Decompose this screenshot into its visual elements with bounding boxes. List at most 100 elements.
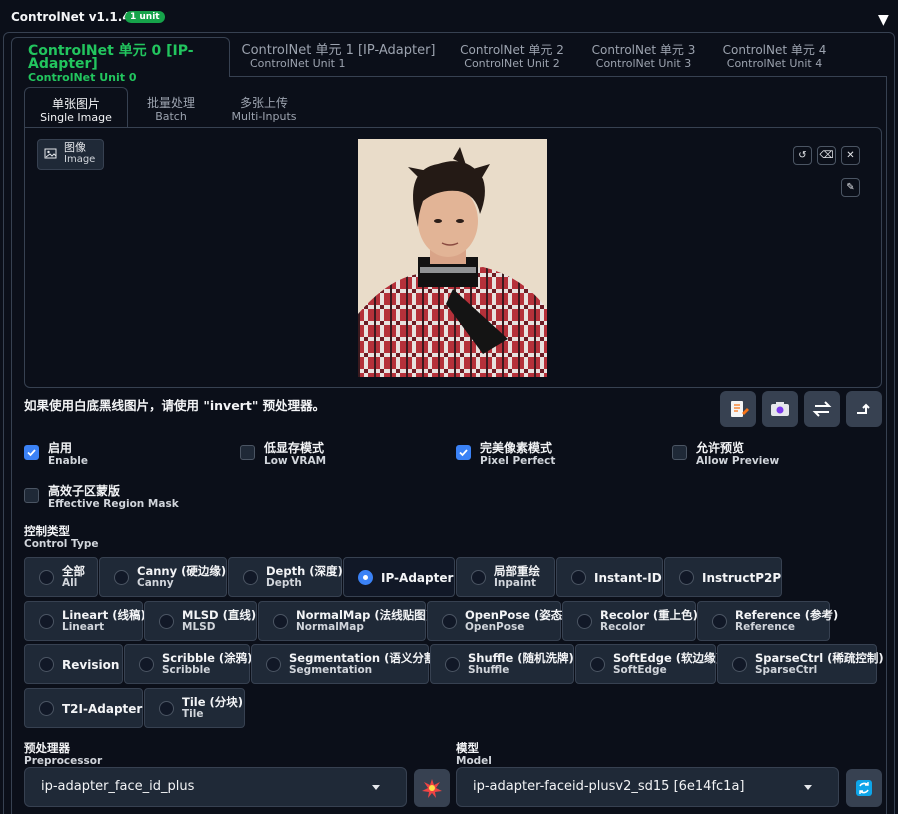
brush-icon[interactable]: ✎ [841, 178, 860, 197]
tab-multi-inputs[interactable]: 多张上传 Multi-Inputs [223, 96, 305, 128]
radio-dot [39, 570, 54, 585]
edit-icon[interactable] [720, 391, 756, 427]
tab-unit-2[interactable]: ControlNet 单元 2 ControlNet Unit 2 [455, 44, 569, 76]
radio-dot [39, 657, 54, 672]
effective-region-mask-label-text: 高效子区蒙版 [48, 484, 121, 498]
control-type-openpose[interactable]: OpenPose (姿态) OpenPose [427, 601, 567, 641]
camera-icon[interactable] [762, 391, 798, 427]
radio-dot [679, 570, 694, 585]
control-type-option-label: 全部 All [62, 564, 85, 589]
control-type-inpaint[interactable]: 局部重绘 Inpaint [456, 557, 555, 597]
preprocessor-select[interactable]: ip-adapter_face_id_plus [24, 767, 407, 807]
tab-unit-2-label: ControlNet 单元 2 [460, 43, 564, 57]
tab-unit-3-sublabel: ControlNet Unit 3 [595, 57, 692, 70]
camera-icon-glyph [771, 402, 789, 416]
tab-single-image[interactable]: 单张图片 Single Image [24, 87, 128, 128]
radio-dot [445, 657, 460, 672]
send-icon[interactable] [846, 391, 882, 427]
pixel-perfect-checkbox[interactable] [456, 445, 471, 460]
tab-unit-2-sublabel: ControlNet Unit 2 [464, 57, 560, 70]
swap-icon[interactable] [804, 391, 840, 427]
low-vram-checkbox[interactable] [240, 445, 255, 460]
control-type-instructp2p[interactable]: InstructP2P [664, 557, 782, 597]
control-type-instant-id[interactable]: Instant-ID [556, 557, 663, 597]
swap-icon-glyph [812, 401, 832, 417]
close-icon[interactable]: ✕ [841, 146, 860, 165]
control-type-sparsectrl[interactable]: SparseCtrl (稀疏控制) SparseCtrl [717, 644, 884, 684]
tab-unit-1-label: ControlNet 单元 1 [IP-Adapter] [241, 43, 436, 58]
refresh-icon[interactable] [846, 769, 882, 807]
tab-unit-4[interactable]: ControlNet 单元 4 ControlNet Unit 4 [718, 44, 831, 76]
control-type-mlsd[interactable]: MLSD (直线) MLSD [144, 601, 257, 641]
pixel-perfect-label-text: 完美像素模式 [480, 441, 553, 455]
tab-unit-1-sublabel: ControlNet Unit 1 [250, 57, 346, 70]
chevron-down-icon[interactable] [804, 785, 812, 790]
control-type-lineart[interactable]: Lineart (线稿) Lineart [24, 601, 146, 641]
radio-dot [712, 614, 727, 629]
enable-label: 启用 Enable [48, 442, 88, 468]
explode-icon[interactable] [414, 769, 450, 807]
tab-unit-0[interactable]: ControlNet 单元 0 [IP-Adapter] ControlNet … [11, 37, 230, 84]
control-type-all[interactable]: 全部 All [24, 557, 98, 597]
control-type-recolor[interactable]: Recolor (重上色) Recolor [562, 601, 698, 641]
image-icon [44, 148, 57, 159]
control-type-option-label: SoftEdge (软边缘) SoftEdge [613, 651, 721, 676]
control-type-canny[interactable]: Canny (硬边缘) Canny [99, 557, 227, 597]
allow-preview-checkbox[interactable] [672, 445, 687, 460]
effective-region-mask-label: 高效子区蒙版 Effective Region Mask [48, 485, 179, 511]
radio-dot [358, 570, 373, 585]
enable-label-subtext: Enable [48, 455, 88, 467]
tab-unit-3[interactable]: ControlNet 单元 3 ControlNet Unit 3 [587, 44, 700, 76]
low-vram-label-text: 低显存模式 [264, 441, 325, 455]
tab-batch[interactable]: 批量处理 Batch [133, 96, 209, 128]
radio-dot [159, 614, 174, 629]
radio-dot [266, 657, 281, 672]
preprocessor-value: ip-adapter_face_id_plus [41, 779, 195, 794]
control-type-option-label: Revision [62, 658, 120, 672]
image-label-subtext: Image [64, 154, 96, 165]
control-type-tile[interactable]: Tile (分块) Tile [144, 688, 245, 728]
model-value: ip-adapter-faceid-plusv2_sd15 [6e14fc1a] [473, 779, 745, 794]
chevron-down-icon[interactable] [372, 785, 380, 790]
control-type-segmentation[interactable]: Segmentation (语义分割) Segmentation [251, 644, 441, 684]
effective-region-mask-label-subtext: Effective Region Mask [48, 498, 179, 510]
tab-unit-1[interactable]: ControlNet 单元 1 [IP-Adapter] ControlNet … [240, 44, 437, 76]
control-type-reference[interactable]: Reference (参考) Reference [697, 601, 838, 641]
preprocessor-label-text: 预处理器 [24, 741, 70, 755]
control-type-option-label: InstructP2P [702, 571, 782, 585]
checkmark-icon [459, 449, 468, 457]
tab-unit-0-label: ControlNet 单元 0 [IP-Adapter] [28, 43, 194, 72]
collapse-arrow-icon[interactable]: ▼ [878, 12, 889, 28]
control-type-option-label: Depth (深度) Depth [266, 564, 343, 589]
send-icon-glyph [857, 403, 870, 414]
tab-batch-sublabel: Batch [155, 110, 187, 123]
control-type-depth[interactable]: Depth (深度) Depth [228, 557, 343, 597]
control-type-revision[interactable]: Revision [24, 644, 123, 684]
control-type-normalmap[interactable]: NormalMap (法线贴图) NormalMap [258, 601, 431, 641]
radio-dot [577, 614, 592, 629]
control-type-option-label: Reference (参考) Reference [735, 608, 839, 633]
image-label-text: 图像 [64, 141, 86, 154]
pixel-perfect-label-subtext: Pixel Perfect [480, 455, 556, 467]
effective-region-mask-checkbox[interactable] [24, 488, 39, 503]
tab-multi-inputs-sublabel: Multi-Inputs [231, 110, 297, 123]
control-type-option-label: OpenPose (姿态) OpenPose [465, 608, 568, 633]
control-type-softedge[interactable]: SoftEdge (软边缘) SoftEdge [575, 644, 721, 684]
undo-icon[interactable]: ↺ [793, 146, 812, 165]
unit-count-badge: 1 unit [125, 11, 165, 23]
tab-unit-4-label: ControlNet 单元 4 [722, 43, 827, 57]
control-type-option-label: NormalMap (法线贴图) NormalMap [296, 608, 431, 633]
low-vram-label-subtext: Low VRAM [264, 455, 327, 467]
control-type-t2i-adapter[interactable]: T2I-Adapter [24, 688, 143, 728]
preprocessor-label: 预处理器 Preprocessor [24, 742, 102, 768]
control-type-option-label: Instant-ID [594, 571, 662, 585]
model-select[interactable]: ip-adapter-faceid-plusv2_sd15 [6e14fc1a] [456, 767, 839, 807]
model-label: 模型 Model [456, 742, 492, 768]
control-type-option-label: T2I-Adapter [62, 702, 143, 716]
control-type-shuffle[interactable]: Shuffle (随机洗牌) Shuffle [430, 644, 574, 684]
eraser-icon[interactable]: ⌫ [817, 146, 836, 165]
control-type-ip-adapter[interactable]: IP-Adapter [343, 557, 455, 597]
control-type-option-label: Canny (硬边缘) Canny [137, 564, 227, 589]
control-type-scribble[interactable]: Scribble (涂鸦) Scribble [124, 644, 252, 684]
enable-checkbox[interactable] [24, 445, 39, 460]
